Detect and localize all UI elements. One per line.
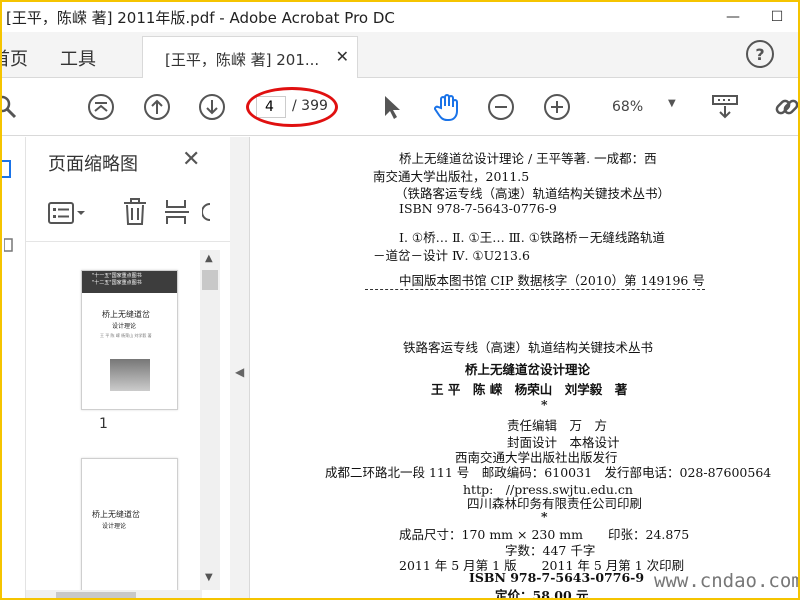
- dashed-divider: [365, 289, 705, 290]
- book-authors: 王 平 陈 嵘 杨荣山 刘学毅 著: [431, 382, 628, 397]
- document-page: 桥上无缝道岔设计理论 / 王平等著. 一成都：西 南交通大学出版社，2011.5…: [251, 137, 798, 600]
- cip-line: 中国版本图书馆 CIP 数据核字（2010）第 149196 号: [399, 273, 705, 288]
- page-thumbnail[interactable]: "十一五"国家重点图书 "十二五"国家重点图书 桥上无缝道岔 设计理论 王 平 …: [81, 270, 178, 410]
- panel-title: 页面缩略图: [48, 154, 138, 175]
- maximize-button[interactable]: ☐: [756, 2, 798, 32]
- thumbnail-title: 桥上无缝道岔: [102, 310, 150, 319]
- tab-bar: 首页 工具 [王平，陈嵘 著] 201... ✕ ?: [2, 32, 798, 79]
- cover-band-line: "十二五"国家重点图书: [92, 280, 142, 286]
- page-thumbnail[interactable]: 桥上无缝道岔 设计理论: [81, 458, 178, 592]
- link-icon[interactable]: [772, 92, 798, 122]
- extract-pages-icon[interactable]: [164, 198, 190, 226]
- printer-line: 四川森林印务有限责任公司印刷: [467, 496, 643, 511]
- delete-icon[interactable]: [122, 198, 148, 226]
- window-title: [王平，陈嵘 著] 2011年版.pdf - Adobe Acrobat Pro…: [6, 9, 395, 27]
- zoom-out-icon[interactable]: [486, 92, 516, 122]
- app-window: [王平，陈嵘 著] 2011年版.pdf - Adobe Acrobat Pro…: [0, 0, 800, 600]
- cover-band-line: "十一五"国家重点图书: [92, 273, 142, 279]
- isbn-line: ISBN 978-7-5643-0776-9: [469, 570, 645, 585]
- separator-star: *: [541, 509, 548, 524]
- separator-star: *: [541, 397, 548, 412]
- bookmarks-panel-icon[interactable]: [4, 237, 16, 253]
- thumbnail-authors: 王 平 陈 嵘 杨荣山 刘学毅 著: [100, 333, 152, 338]
- cover-image: [110, 359, 150, 391]
- cover-band: "十一五"国家重点图书 "十二五"国家重点图书: [82, 271, 177, 293]
- cip-line: （铁路客运专线（高速）轨道结构关键技术丛书）: [395, 186, 671, 201]
- thumbnail-options-icon[interactable]: [48, 200, 88, 226]
- close-panel-icon[interactable]: ✕: [182, 147, 200, 172]
- watermark-text: www.cndao.com: [654, 570, 800, 592]
- hand-tool-icon[interactable]: [432, 92, 462, 122]
- hscrollbar-thumb[interactable]: [56, 592, 136, 598]
- search-icon[interactable]: [2, 92, 20, 122]
- next-page-icon[interactable]: [197, 92, 227, 122]
- thumbnail-list: "十一五"国家重点图书 "十二五"国家重点图书 桥上无缝道岔 设计理论 王 平 …: [26, 246, 202, 592]
- rotate-icon[interactable]: [202, 198, 212, 226]
- select-cursor-icon[interactable]: [376, 92, 406, 122]
- chevron-down-icon: ▼: [668, 98, 676, 109]
- book-title: 桥上无缝道岔设计理论: [465, 362, 591, 377]
- thumbnail-subtitle: 设计理论: [112, 323, 137, 330]
- thumbnail-hscrollbar[interactable]: [26, 590, 202, 598]
- minimize-button[interactable]: —: [712, 2, 754, 32]
- help-icon[interactable]: ?: [746, 40, 774, 68]
- thumbnail-tools: [26, 186, 230, 242]
- price-line: 定价：58.00 元: [495, 588, 589, 600]
- first-page-icon[interactable]: [86, 92, 116, 122]
- zoom-in-icon[interactable]: [542, 92, 572, 122]
- thumbnails-panel-icon[interactable]: [2, 159, 14, 181]
- thumbnail-scrollbar[interactable]: ▲ ▼: [200, 250, 220, 590]
- close-tab-icon[interactable]: ✕: [336, 47, 349, 66]
- thumbnail-page-number: 1: [99, 416, 108, 432]
- series-title: 铁路客运专线（高速）轨道结构关键技术丛书: [403, 340, 654, 355]
- navigation-strip: [2, 137, 26, 598]
- cip-line: －道岔－设计 Ⅳ. ①U213.6: [373, 248, 530, 263]
- tab-tools[interactable]: 工具: [60, 45, 96, 71]
- zoom-value: 68%: [612, 99, 644, 115]
- thumbnail-subtitle: 设计理论: [102, 523, 127, 530]
- panel-splitter[interactable]: ◀: [230, 137, 250, 598]
- title-bar: [王平，陈嵘 著] 2011年版.pdf - Adobe Acrobat Pro…: [2, 2, 798, 32]
- document-tab-label: [王平，陈嵘 著] 201...: [165, 51, 320, 69]
- thumbnail-title: 桥上无缝道岔: [92, 510, 140, 519]
- tab-document[interactable]: [王平，陈嵘 著] 201... ✕: [142, 36, 358, 79]
- cip-line: ISBN 978-7-5643-0776-9: [399, 201, 557, 216]
- scrollbar-thumb[interactable]: [202, 270, 218, 290]
- highlight-oval: [246, 87, 338, 127]
- previous-page-icon[interactable]: [142, 92, 172, 122]
- scroll-up-icon[interactable]: ▲: [205, 253, 213, 264]
- scroll-down-icon[interactable]: ▼: [205, 572, 213, 583]
- collapse-panel-icon[interactable]: ◀: [235, 365, 244, 379]
- scroll-mode-icon[interactable]: [710, 92, 740, 122]
- tab-home[interactable]: 首页: [2, 45, 28, 71]
- cip-line: 桥上无缝道岔设计理论 / 王平等著. 一成都：西: [399, 151, 657, 166]
- toolbar: / 399 68% ▼: [2, 78, 798, 136]
- cip-line: Ⅰ. ①桥… Ⅱ. ①王… Ⅲ. ①铁路桥－无缝线路轨道: [399, 230, 665, 245]
- zoom-dropdown[interactable]: 68% ▼: [598, 94, 684, 120]
